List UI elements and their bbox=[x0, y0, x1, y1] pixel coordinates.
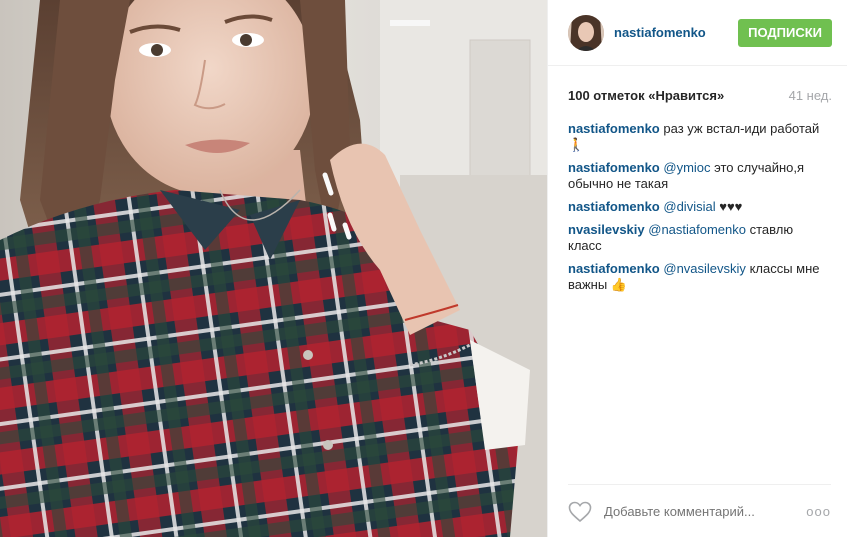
post-sidebar: nastiafomenko ПОДПИСКИ 100 отметок «Нрав… bbox=[547, 0, 847, 537]
more-options-icon[interactable]: ооо bbox=[806, 504, 831, 519]
post-author-username[interactable]: nastiafomenko bbox=[614, 25, 738, 40]
comment-mention[interactable]: @ymioc bbox=[663, 160, 710, 175]
comment: nastiafomenko @nvasilevskiy классы мне в… bbox=[568, 261, 830, 293]
comment-username[interactable]: nvasilevskiy bbox=[568, 222, 645, 237]
comment-username[interactable]: nastiafomenko bbox=[568, 160, 660, 175]
comment: nvasilevskiy @nastiafomenko ставлю класс bbox=[568, 222, 830, 254]
post-footer: ооо bbox=[568, 484, 831, 537]
comment: nastiafomenko @divisial ♥♥♥ bbox=[568, 199, 830, 215]
comment: nastiafomenko раз уж встал-иди работай 🚶 bbox=[568, 121, 830, 153]
follow-button[interactable]: ПОДПИСКИ bbox=[738, 18, 832, 47]
comment-username[interactable]: nastiafomenko bbox=[568, 261, 660, 276]
likes-count[interactable]: 100 отметок «Нравится» bbox=[568, 88, 724, 103]
post-time[interactable]: 41 нед. bbox=[789, 88, 832, 103]
post-stats: 100 отметок «Нравится» 41 нед. bbox=[568, 88, 832, 103]
post-header: nastiafomenko ПОДПИСКИ bbox=[548, 0, 847, 66]
comment-input[interactable] bbox=[602, 503, 796, 520]
comment-username[interactable]: nastiafomenko bbox=[568, 121, 660, 136]
comment-mention[interactable]: @divisial bbox=[663, 199, 715, 214]
heart-outline-icon[interactable] bbox=[568, 501, 592, 523]
comment: nastiafomenko @ymioc это случайно,я обыч… bbox=[568, 160, 830, 192]
comment-text: ♥♥♥ bbox=[719, 199, 743, 214]
comment-username[interactable]: nastiafomenko bbox=[568, 199, 660, 214]
comment-mention[interactable]: @nvasilevskiy bbox=[663, 261, 746, 276]
avatar[interactable] bbox=[568, 14, 604, 51]
comment-mention[interactable]: @nastiafomenko bbox=[648, 222, 746, 237]
post-photo[interactable] bbox=[0, 0, 547, 537]
comments-list: nastiafomenko раз уж встал-иди работай 🚶… bbox=[568, 121, 830, 300]
instagram-post: nastiafomenko ПОДПИСКИ 100 отметок «Нрав… bbox=[0, 0, 847, 537]
